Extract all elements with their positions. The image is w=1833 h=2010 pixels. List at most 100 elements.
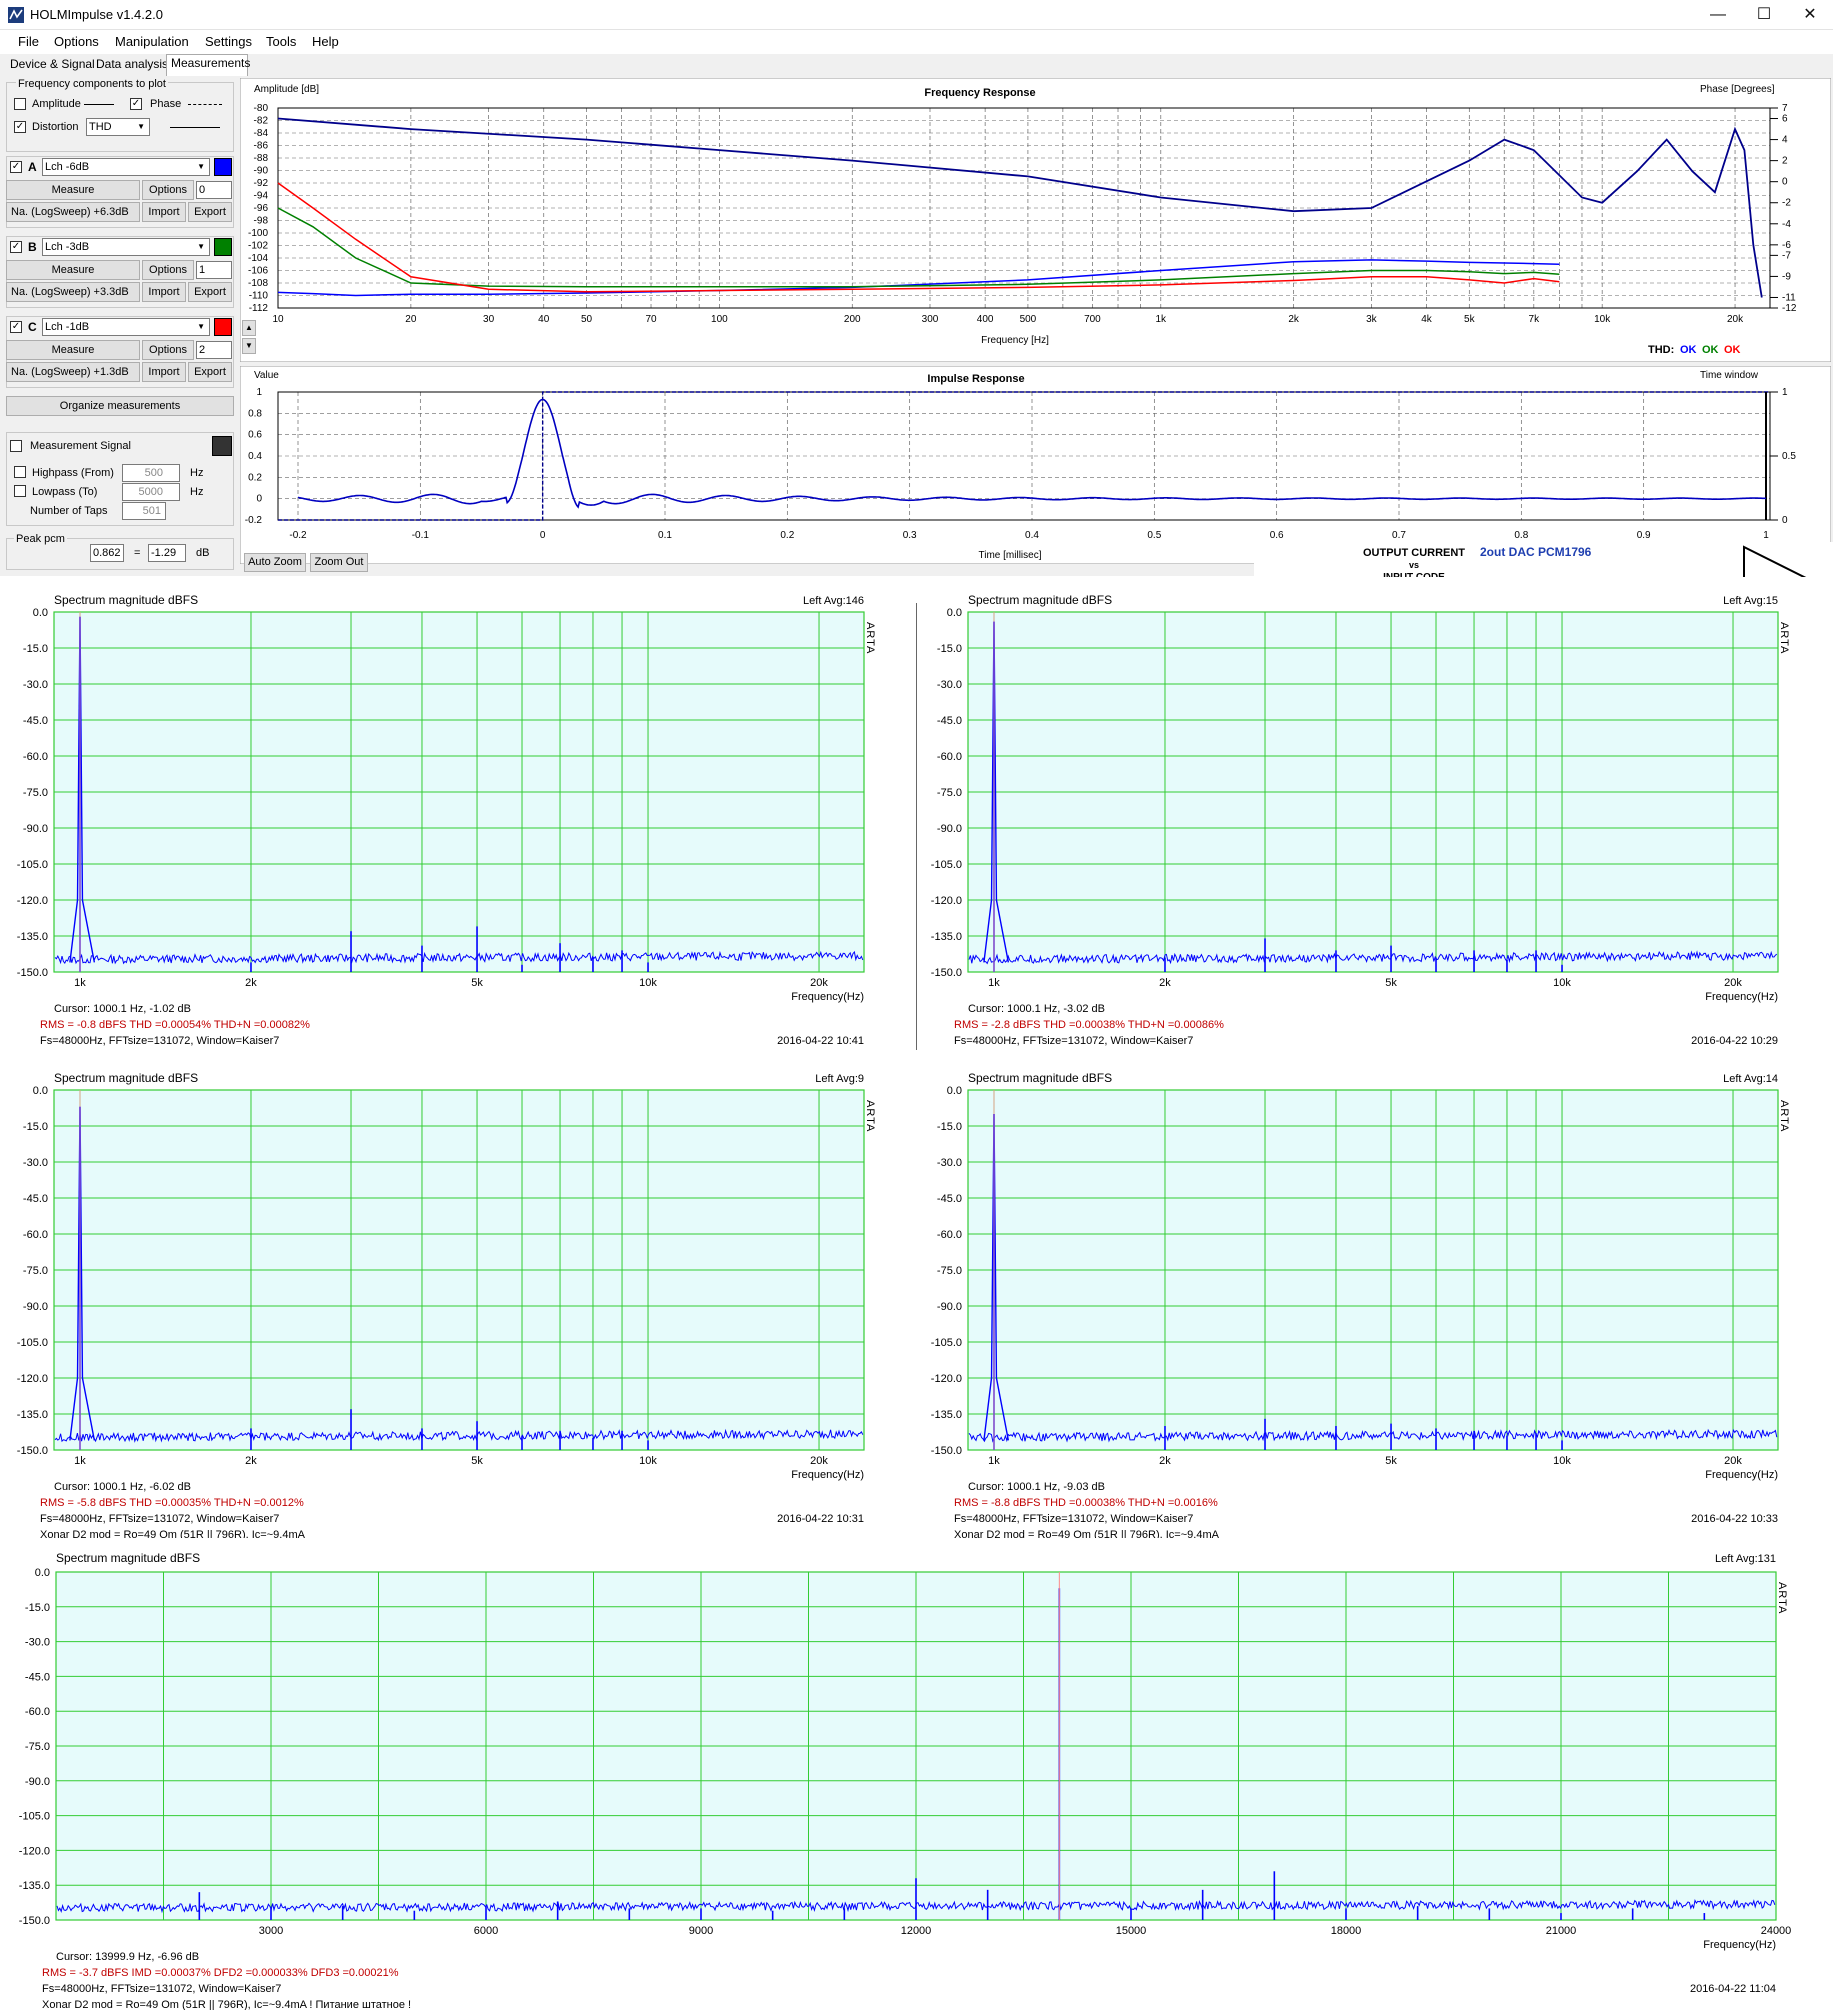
fr-xtick: 4k — [1421, 314, 1433, 325]
channel-b-import-button[interactable]: Import — [142, 282, 186, 302]
amplitude-checkbox[interactable] — [14, 98, 26, 110]
menu-manipulation[interactable]: Manipulation — [115, 34, 189, 49]
fr-y2tick: -7 — [1782, 250, 1791, 261]
impulse-response-plot[interactable]: Impulse Response Value Time window Time [mi… — [240, 366, 1831, 564]
menu-settings[interactable]: Settings — [205, 34, 252, 49]
ir-xtick: 0.5 — [1147, 530, 1161, 541]
spectrum-ytick: -30.0 — [937, 1157, 962, 1169]
minimize-button[interactable]: — — [1695, 0, 1741, 30]
channel-c-options-button[interactable]: Options — [142, 340, 194, 360]
spectrum-cursor: Cursor: 1000.1 Hz, -6.02 dB — [54, 1481, 191, 1493]
menu-file[interactable]: File — [18, 34, 39, 49]
tab-measurements[interactable]: Measurements — [166, 54, 250, 76]
chevron-down-icon: ▼ — [197, 322, 205, 331]
spectrum-ytick: -45.0 — [25, 1671, 50, 1683]
fr-ytick: -96 — [254, 203, 269, 214]
distortion-checkbox[interactable]: ✓ — [14, 121, 26, 133]
channel-name: Lch -1dB — [45, 321, 90, 333]
channel-c-order-input[interactable]: 2 — [196, 341, 232, 359]
spectrum-ytick: 0.0 — [35, 1567, 50, 1579]
spectrum-xtick: 10k — [1553, 977, 1571, 989]
channel-a-color[interactable] — [214, 158, 232, 176]
spectrum-ytick: -105.0 — [931, 859, 962, 871]
fr-ytick: -88 — [254, 153, 269, 164]
frequency-response-plot[interactable]: Frequency Response Amplitude [dB] Phase [D… — [240, 78, 1831, 362]
channel-a-select[interactable]: Lch -6dB ▼ — [42, 158, 210, 176]
channel-b-measure-button[interactable]: Measure — [6, 260, 140, 280]
spectrum-xtick: 20k — [810, 977, 828, 989]
channel-c-color[interactable] — [214, 318, 232, 336]
ir-ytick: -0.2 — [245, 515, 263, 526]
spectrum-rms: RMS = -8.8 dBFS THD =0.00038% THD+N =0.0… — [954, 1497, 1218, 1509]
fr-ytick: -82 — [254, 116, 269, 127]
inset-heading: 2out DAC PCM1796 — [1480, 545, 1592, 559]
channel-b-options-button[interactable]: Options — [142, 260, 194, 280]
spectrum-plot[interactable]: Spectrum magnitude dBFS Left Avg:14 ARTA 0.… — [916, 1068, 1833, 1541]
channel-b-order-input[interactable]: 1 — [196, 261, 232, 279]
channel-a-export-button[interactable]: Export — [188, 202, 232, 222]
spectrum-ytick: -135.0 — [19, 1880, 50, 1892]
highpass-input[interactable]: 500 — [122, 464, 180, 482]
channel-b-export-button[interactable]: Export — [188, 282, 232, 302]
measurement-signal-checkbox[interactable] — [10, 440, 22, 452]
menu-tools[interactable]: Tools — [266, 34, 296, 49]
tab-device-signal[interactable]: Device & Signal — [6, 56, 99, 72]
channel-a-import-button[interactable]: Import — [142, 202, 186, 222]
thd-status: OK — [1724, 344, 1741, 356]
distortion-type-select[interactable]: THD ▼ — [86, 118, 150, 136]
lowpass-checkbox[interactable] — [14, 485, 26, 497]
spectrum-xlabel: Frequency(Hz) — [1705, 1469, 1778, 1481]
menu-help[interactable]: Help — [312, 34, 339, 49]
fr-ytick: -102 — [248, 241, 268, 252]
menu-options[interactable]: Options — [54, 34, 99, 49]
fr-y2tick: -12 — [1782, 303, 1797, 314]
channel-c-select[interactable]: Lch -1dB ▼ — [42, 318, 210, 336]
spectrum-plot[interactable]: Spectrum magnitude dBFS Left Avg:131 ARTA 0… — [0, 1548, 1833, 2010]
organize-measurements-button[interactable]: Organize measurements — [6, 396, 234, 416]
ir-ytick: 1 — [256, 387, 262, 398]
channel-a-checkbox[interactable]: ✓ — [10, 161, 22, 173]
scroll-up-button[interactable]: ▲ — [242, 320, 256, 336]
spectrum-ytick: -45.0 — [23, 1193, 48, 1205]
maximize-button[interactable]: ☐ — [1741, 0, 1787, 30]
fr-xtick: 40 — [538, 314, 550, 325]
channel-b-checkbox[interactable]: ✓ — [10, 241, 22, 253]
fr-ytick: -84 — [254, 128, 269, 139]
channel-b-select[interactable]: Lch -3dB ▼ — [42, 238, 210, 256]
highpass-checkbox[interactable] — [14, 466, 26, 478]
channel-a-options-button[interactable]: Options — [142, 180, 194, 200]
channel-a-order-input[interactable]: 0 — [196, 181, 232, 199]
auto-zoom-button[interactable]: Auto Zoom — [244, 553, 306, 572]
measurement-signal-label: Measurement Signal — [30, 440, 131, 452]
tab-data-analysis[interactable]: Data analysis — [92, 56, 172, 72]
taps-input[interactable]: 501 — [122, 502, 166, 520]
arta-label: ARTA — [864, 622, 876, 654]
fr-y2tick: 0 — [1782, 177, 1788, 188]
phase-checkbox[interactable]: ✓ — [130, 98, 142, 110]
ir-ytick: 0.2 — [248, 472, 262, 483]
signal-color-swatch[interactable] — [212, 436, 232, 456]
spectrum-plot[interactable]: Spectrum magnitude dBFS Left Avg:9 ARTA 0.0… — [0, 1068, 916, 1541]
channel-c-checkbox[interactable]: ✓ — [10, 321, 22, 333]
close-button[interactable]: ✕ — [1787, 0, 1833, 30]
channel-c-measure-button[interactable]: Measure — [6, 340, 140, 360]
spectrum-avg: Left Avg:146 — [803, 595, 864, 607]
spectrum-ytick: -150.0 — [17, 967, 48, 979]
spectrum-plot[interactable]: Spectrum magnitude dBFS Left Avg:15 ARTA 0.… — [916, 590, 1833, 1063]
spectrum-ytick: -45.0 — [23, 715, 48, 727]
lowpass-input[interactable]: 5000 — [122, 483, 180, 501]
spectrum-plot[interactable]: Spectrum magnitude dBFS Left Avg:146 ARTA 0… — [0, 590, 916, 1063]
zoom-out-button[interactable]: Zoom Out — [310, 553, 368, 572]
fr-ytick: -106 — [248, 266, 268, 277]
channel-b-color[interactable] — [214, 238, 232, 256]
channel-c-export-button[interactable]: Export — [188, 362, 232, 382]
spectrum-ytick: -90.0 — [937, 1301, 962, 1313]
scroll-down-button[interactable]: ▼ — [242, 338, 256, 354]
ir-xtick: 0.6 — [1270, 530, 1284, 541]
fr-ytick: -86 — [254, 141, 269, 152]
spectrum-title: Spectrum magnitude dBFS — [968, 1071, 1112, 1085]
channel-c-import-button[interactable]: Import — [142, 362, 186, 382]
fr-y2tick: -11 — [1782, 292, 1796, 303]
channel-a-measure-button[interactable]: Measure — [6, 180, 140, 200]
spectrum-ytick: -135.0 — [17, 931, 48, 943]
